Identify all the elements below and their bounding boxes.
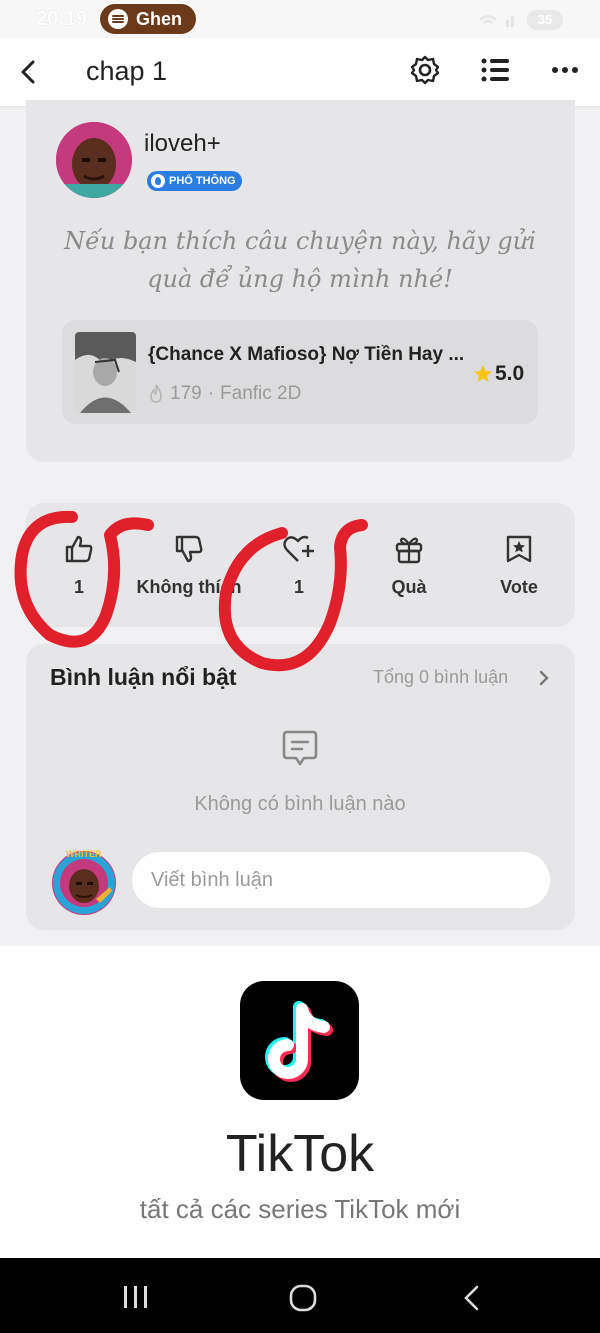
empty-comments-text: Không có bình luận nào (194, 793, 406, 815)
status-bar: 20:19 Ghen 35 (0, 0, 600, 38)
chapter-title: chap 1 (86, 56, 168, 86)
home-icon[interactable] (289, 1284, 317, 1312)
tiktok-logo-icon (240, 981, 359, 1100)
flame-icon (150, 384, 162, 403)
star-icon (474, 365, 492, 382)
media-playing-chip[interactable]: Ghen (100, 4, 197, 34)
system-nav-bar (0, 1258, 600, 1333)
comment-bubble-icon (282, 730, 318, 766)
media-app-label: Ghen (136, 8, 183, 29)
meta-separator: · (207, 383, 215, 404)
chevron-right-icon[interactable] (534, 668, 554, 688)
like-button[interactable]: 1 (24, 533, 134, 603)
support-message: Nếu bạn thích câu chuyện này, hãy gửi qu… (64, 227, 536, 293)
story-reads: 179 (170, 383, 202, 404)
ad-banner[interactable]: TikTok tất cả các series TikTok mới (0, 946, 600, 1258)
ad-app-name: TikTok (225, 1125, 375, 1183)
vote-star-icon (506, 535, 532, 563)
vote-label: Vote (500, 577, 538, 597)
gift-label: Quà (391, 577, 427, 597)
story-meta: 179 · Fanfic 2D (148, 383, 301, 405)
vote-button[interactable]: Vote (464, 533, 574, 603)
water-drop-icon (151, 174, 165, 188)
settings-gear-icon[interactable] (405, 50, 445, 90)
comment-input[interactable]: Viết bình luận (132, 852, 550, 908)
favorite-count: 1 (293, 577, 304, 597)
battery-indicator: 35 (527, 10, 563, 30)
comments-total-link[interactable]: Tổng 0 bình luận (373, 667, 508, 688)
top-app-bar: chap 1 (0, 38, 600, 106)
story-card[interactable]: {Chance X Mafioso} Nợ Tiền Hay ... 179 ·… (62, 320, 538, 424)
badge-label: PHỔ THÔNG (169, 175, 236, 187)
story-genre: Fanfic 2D (220, 383, 302, 404)
author-rank-badge: PHỔ THÔNG (147, 171, 242, 191)
rating-value: 5.0 (495, 362, 525, 385)
dislike-label: Không thích (136, 577, 242, 597)
thumbs-down-icon (175, 535, 203, 563)
spotify-icon (108, 9, 128, 29)
writer-badge-label: WRITER (66, 849, 102, 859)
like-count: 1 (73, 577, 84, 597)
reaction-bar: 1 Không thích 1 Quà Vote (26, 503, 575, 627)
dislike-button[interactable]: Không thích (134, 533, 244, 603)
signal-wifi-icon (478, 10, 518, 28)
story-title: {Chance X Mafioso} Nợ Tiền Hay ... (148, 344, 465, 365)
gift-button[interactable]: Quà (354, 533, 464, 603)
status-time: 20:19 (36, 8, 88, 30)
comments-title: Bình luận nổi bật (50, 664, 237, 690)
story-cover-image (75, 332, 136, 413)
recent-apps-icon[interactable] (122, 1285, 150, 1309)
author-avatar[interactable] (56, 122, 132, 198)
back-arrow-icon[interactable] (8, 52, 48, 92)
heart-plus-icon (283, 535, 314, 562)
thumbs-up-icon (65, 535, 93, 563)
nav-back-icon[interactable] (460, 1284, 482, 1312)
current-user-avatar[interactable] (52, 851, 116, 915)
more-options-icon[interactable] (545, 50, 585, 90)
favorite-button[interactable]: 1 (244, 533, 354, 603)
ad-tagline: tất cả các series TikTok mới (139, 1194, 461, 1224)
author-username[interactable]: iloveh+ (144, 130, 221, 158)
gift-icon (395, 537, 423, 564)
story-rating: 5.0 (473, 362, 524, 386)
chapter-list-icon[interactable] (475, 50, 515, 90)
